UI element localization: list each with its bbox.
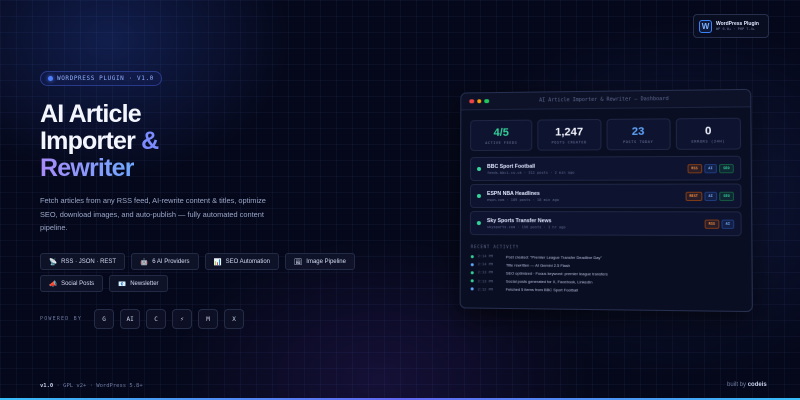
feed-meta: skysports.com · 156 posts · 1 hr ago [486, 224, 566, 229]
footer-credit: built by codeis [727, 382, 767, 388]
title-ampersand: & [141, 127, 159, 155]
feature-label: 6 AI Providers [152, 258, 190, 265]
activity-time: 2:12 PM [477, 287, 493, 292]
window-title: AI Article Importer & Rewriter — Dashboa… [539, 95, 669, 104]
stat-label: ERRORS (24H) [691, 138, 726, 144]
chart-icon: 📊 [213, 258, 222, 266]
image-icon: 🖼 [294, 258, 303, 266]
footer-version: v1.0 · GPL v2+ · WordPress 5.8+ [40, 383, 143, 389]
tech-badge-claude: C [146, 309, 167, 329]
feed-list: BBC Sport Football feeds.bbci.co.uk · 31… [461, 149, 751, 237]
feed-name: Sky Sports Transfer News [486, 217, 552, 224]
feed-name: ESPN NBA Headlines [486, 190, 540, 197]
feature-social-posts: 📣 Social Posts [40, 275, 104, 292]
page-title: AI Article Importer & Rewriter [40, 101, 260, 182]
activity-time: 2:14 PM [477, 262, 493, 267]
activity-dot-icon [470, 262, 474, 267]
feature-label: Social Posts [61, 280, 95, 287]
feature-ai-providers: 🤖 6 AI Providers [131, 253, 199, 270]
tech-badge-mistral: M [198, 309, 219, 329]
footer-license: · GPL v2+ · WordPress 5.8+ [53, 383, 143, 389]
footer-built-prefix: built by [727, 382, 747, 388]
feature-label: RSS · JSON · REST [61, 258, 117, 265]
feed-row-sky[interactable]: Sky Sports Transfer News skysports.com ·… [469, 211, 742, 237]
mail-icon: 📧 [118, 280, 127, 288]
feed-tag: AI [704, 191, 717, 201]
megaphone-icon: 📣 [49, 280, 58, 288]
feed-meta: feeds.bbci.co.uk · 312 posts · 2 min ago [487, 170, 575, 175]
activity-dot-icon [470, 254, 474, 258]
activity-text: Post created: "Premier League Transfer D… [505, 253, 602, 260]
stat-active-feeds: 4/5 ACTIVE FEEDS [470, 119, 533, 152]
robot-icon: 🤖 [140, 258, 149, 266]
feed-tag: SEO [719, 191, 735, 201]
feature-list: 📡 RSS · JSON · REST 🤖 6 AI Providers 📊 S… [40, 253, 360, 292]
tech-badge-google: G [94, 309, 115, 329]
hero-description: Fetch articles from any RSS feed, AI-rew… [40, 196, 266, 232]
activity-dot-icon [470, 279, 474, 283]
feed-tag: AI [721, 219, 735, 229]
feed-name: BBC Sport Football [487, 163, 536, 170]
status-dot-icon [477, 166, 482, 171]
activity-time: 2:13 PM [477, 270, 493, 275]
activity-text: Social posts generated for X, Facebook, … [505, 278, 593, 285]
title-line-1: AI Article [40, 100, 142, 128]
feature-label: Image Pipeline [306, 258, 346, 265]
activity-text: Title rewritten — AI Gemini 2.5 Flash [505, 262, 571, 268]
activity-time: 2:14 PM [477, 254, 493, 259]
version-tag: WORDPRESS PLUGIN · V1.0 [40, 71, 162, 86]
stat-posts-created: 1,247 POSTS CREATED [537, 118, 601, 151]
footer-version-number: v1.0 [40, 383, 54, 389]
feed-tag: RSS [704, 219, 720, 229]
feature-image-pipeline: 🖼 Image Pipeline [285, 253, 355, 270]
feed-row-bbc[interactable]: BBC Sport Football feeds.bbci.co.uk · 31… [470, 155, 742, 182]
stats-row: 4/5 ACTIVE FEEDS 1,247 POSTS CREATED 23 … [461, 107, 750, 152]
stat-label: POSTS CREATED [551, 139, 587, 145]
footer-built-name: codeis [747, 382, 767, 388]
tag-dot-icon [48, 76, 53, 81]
dashboard-window: AI Article Importer & Rewriter — Dashboa… [459, 88, 753, 313]
stat-errors: 0 ERRORS (24H) [675, 117, 742, 150]
activity-item: 2:12 PM Fetched 5 items from BBC Sport F… [461, 285, 752, 296]
activity-dot-icon [470, 271, 474, 275]
status-dot-icon [476, 193, 481, 198]
stat-value: 0 [704, 124, 712, 137]
feature-seo: 📊 SEO Automation [204, 253, 280, 270]
powered-by-label: POWERED BY [40, 316, 83, 322]
stat-value: 4/5 [493, 126, 509, 139]
wordpress-logo-icon: W [699, 19, 712, 33]
window-titlebar: AI Article Importer & Rewriter — Dashboa… [461, 89, 751, 111]
feed-meta: espn.com · 189 posts · 18 min ago [486, 197, 559, 202]
stat-value: 23 [631, 125, 645, 138]
title-line-3: Rewriter [40, 154, 134, 182]
badge-meta: WP 6.0+ · PHP 7.4+ [716, 27, 755, 31]
activity-time: 2:13 PM [477, 279, 493, 284]
feature-newsletter: 📧 Newsletter [109, 275, 168, 292]
stat-label: POSTS TODAY [622, 139, 654, 144]
feature-rss: 📡 RSS · JSON · REST [40, 253, 126, 270]
tech-badge-lightning: ⚡ [172, 309, 193, 329]
activity-list: 2:14 PM Post created: "Premier League Tr… [461, 252, 752, 296]
stat-value: 1,247 [555, 125, 584, 139]
stat-posts-today: 23 POSTS TODAY [606, 118, 671, 151]
tech-badge-ai: AI [120, 309, 141, 329]
title-line-2: Importer [40, 127, 136, 155]
powered-by: POWERED BY G AI C ⚡ M X [40, 309, 245, 329]
status-dot-icon [476, 221, 481, 226]
feed-tag: SEO [718, 163, 734, 173]
wordpress-plugin-badge: W WordPress Plugin WP 6.0+ · PHP 7.4+ [693, 14, 769, 38]
feature-label: Newsletter [130, 280, 159, 287]
feed-tag: AI [704, 163, 717, 173]
tech-badge-x: X [224, 309, 245, 329]
feature-label: SEO Automation [225, 258, 271, 265]
activity-text: SEO optimized · Focus keyword: premier l… [505, 270, 608, 277]
feed-row-espn[interactable]: ESPN NBA Headlines espn.com · 189 posts … [469, 183, 742, 209]
version-tag-label: WORDPRESS PLUGIN · V1.0 [57, 75, 154, 82]
feed-tag: RSS [687, 163, 702, 173]
activity-dot-icon [470, 287, 474, 291]
feed-tag: REST [685, 191, 703, 201]
rss-icon: 📡 [49, 258, 58, 266]
stat-label: ACTIVE FEEDS [485, 140, 518, 145]
activity-text: Fetched 5 items from BBC Sport Football [505, 287, 578, 293]
